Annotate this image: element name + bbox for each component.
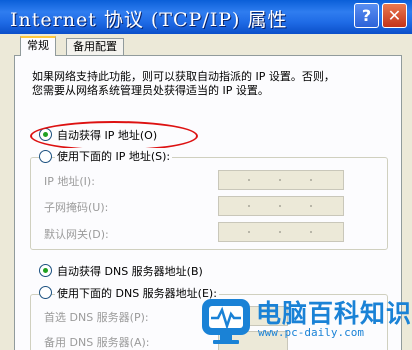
default-gateway-field[interactable] [218, 222, 344, 242]
window-title: Internet 协议 (TCP/IP) 属性 [10, 9, 288, 31]
watermark-url: www.pc-daily.com [258, 326, 364, 339]
manual-dns-radio[interactable] [39, 286, 52, 299]
tab-general[interactable]: 常规 [20, 36, 56, 56]
tab-alternate-config[interactable]: 备用配置 [66, 38, 124, 56]
auto-dns-radio[interactable] [39, 264, 52, 277]
highlight-oval [30, 121, 198, 151]
auto-dns-label[interactable]: 自动获得 DNS 服务器地址(B) [57, 263, 203, 279]
manual-ip-label[interactable]: 使用下面的 IP 地址(S): [55, 148, 173, 164]
description-line-2: 您需要从网络系统管理员处获得适当的 IP 设置。 [32, 84, 269, 97]
preferred-dns-label: 首选 DNS 服务器(P): [44, 311, 149, 324]
manual-dns-label[interactable]: 使用下面的 DNS 服务器地址(E): [55, 285, 219, 301]
watermark-logo: 电脑百科知识 www.pc-daily.com [198, 290, 412, 350]
help-button[interactable]: ? [354, 3, 379, 28]
subnet-mask-label: 子网掩码(U): [44, 201, 109, 214]
watermark-brand: 电脑百科知识 [256, 299, 412, 328]
monitor-pulse-icon [202, 299, 250, 344]
ip-address-field[interactable] [218, 170, 344, 190]
close-button[interactable]: ✕ [382, 3, 407, 28]
subnet-mask-field[interactable] [218, 196, 344, 216]
alternate-dns-label: 备用 DNS 服务器(A): [44, 336, 150, 349]
ip-address-label: IP 地址(I): [44, 175, 95, 188]
default-gateway-label: 默认网关(D): [44, 228, 109, 241]
manual-ip-radio[interactable] [39, 150, 52, 163]
title-bar: Internet 协议 (TCP/IP) 属性 ? ✕ [0, 0, 412, 34]
